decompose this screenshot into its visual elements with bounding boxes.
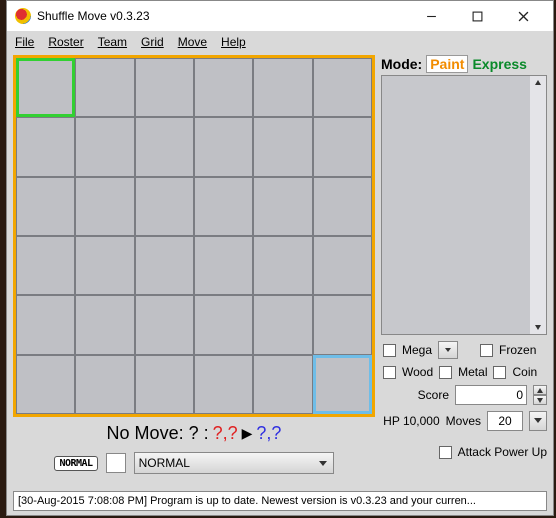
cell[interactable] [313,236,372,295]
cell[interactable] [75,295,134,354]
move-summary: No Move: ? : ?,? ▶ ?,? [107,423,282,444]
cell[interactable] [194,117,253,176]
cell[interactable] [313,58,372,117]
status-text: [30-Aug-2015 7:08:08 PM] Program is up t… [18,495,476,507]
frozen-checkbox[interactable] [480,344,493,357]
score-up-button[interactable] [533,385,547,395]
cell[interactable] [16,355,75,414]
score-input[interactable] [455,385,527,405]
cell[interactable] [75,236,134,295]
wood-checkbox[interactable] [383,366,396,379]
scroll-down-button[interactable] [531,320,545,334]
to-coord: ?,? [256,423,281,444]
mode-express-tab[interactable]: Express [472,56,526,72]
cell[interactable] [135,58,194,117]
coin-label: Coin [512,365,537,379]
cell[interactable] [75,177,134,236]
cell[interactable] [75,117,134,176]
mode-row: Mode: Paint Express [381,55,547,73]
type-dropdown[interactable]: NORMAL [134,452,334,474]
cell[interactable] [16,177,75,236]
status-bar: [30-Aug-2015 7:08:08 PM] Program is up t… [13,491,547,511]
menu-team[interactable]: Team [98,35,127,49]
cell[interactable] [253,355,312,414]
menu-grid[interactable]: Grid [141,35,164,49]
type-dropdown-value: NORMAL [139,456,190,470]
menu-roster[interactable]: Roster [48,35,83,49]
status-checks: Mega Frozen Wood Metal Coin Score [381,341,547,459]
close-button[interactable] [501,2,545,30]
cell[interactable] [135,177,194,236]
cell[interactable] [313,295,372,354]
hp-label: HP 10,000 [383,414,440,428]
scroll-up-button[interactable] [531,76,545,90]
cell[interactable] [194,177,253,236]
left-pane: No Move: ? : ?,? ▶ ?,? NORMAL NORMAL [13,55,375,487]
coin-checkbox[interactable] [493,366,506,379]
cell[interactable] [135,295,194,354]
score-spinner [533,385,547,405]
cell[interactable] [253,236,312,295]
menu-move[interactable]: Move [178,35,207,49]
right-pane: Mode: Paint Express Mega Frozen [381,55,547,487]
mode-paint-tab[interactable]: Paint [426,55,468,73]
cell[interactable] [253,177,312,236]
cell[interactable] [313,177,372,236]
moves-dropdown-button[interactable] [529,411,547,431]
mega-label: Mega [402,343,432,357]
app-window: Shuffle Move v0.3.23 File Roster Team Gr… [6,0,554,516]
palette-panel[interactable] [381,75,547,335]
metal-checkbox[interactable] [439,366,452,379]
score-down-button[interactable] [533,395,547,405]
mega-dropdown[interactable] [438,341,458,359]
cell[interactable] [194,236,253,295]
maximize-button[interactable] [455,2,499,30]
frozen-label: Frozen [499,343,536,357]
menubar: File Roster Team Grid Move Help [7,31,553,53]
mega-checkbox[interactable] [383,344,396,357]
wood-label: Wood [402,365,433,379]
moves-label: Moves [446,414,481,428]
attack-power-up-label: Attack Power Up [458,445,547,459]
minimize-button[interactable] [409,2,453,30]
menu-help[interactable]: Help [221,35,246,49]
from-coord: ?,? [213,423,238,444]
window-controls [409,2,545,30]
type-color-swatch[interactable] [106,453,126,473]
cell[interactable] [16,295,75,354]
cell[interactable] [253,295,312,354]
content: No Move: ? : ?,? ▶ ?,? NORMAL NORMAL Mod… [7,53,553,489]
cell[interactable] [194,355,253,414]
cell[interactable] [194,295,253,354]
window-title: Shuffle Move v0.3.23 [37,9,403,23]
metal-label: Metal [458,365,487,379]
cell[interactable] [194,58,253,117]
attack-power-up-checkbox[interactable] [439,446,452,459]
cell[interactable] [135,117,194,176]
mode-label: Mode: [381,56,422,72]
nomove-prefix: No Move: ? : [107,423,209,444]
selection-to-marker [313,355,372,414]
moves-input[interactable] [487,411,523,431]
app-icon [15,8,31,24]
type-row: NORMAL NORMAL [54,452,333,474]
titlebar: Shuffle Move v0.3.23 [7,1,553,31]
cell[interactable] [313,117,372,176]
cell[interactable] [135,236,194,295]
arrow-icon: ▶ [242,425,253,442]
palette-scrollbar[interactable] [530,76,546,334]
selection-from-marker [16,58,75,117]
score-label: Score [418,388,449,402]
cell[interactable] [75,58,134,117]
board-grid[interactable] [13,55,375,417]
cell[interactable] [253,117,312,176]
cell[interactable] [135,355,194,414]
menu-file[interactable]: File [15,35,34,49]
cell[interactable] [16,236,75,295]
cell[interactable] [253,58,312,117]
cell[interactable] [16,117,75,176]
type-badge: NORMAL [54,456,97,471]
cell[interactable] [75,355,134,414]
